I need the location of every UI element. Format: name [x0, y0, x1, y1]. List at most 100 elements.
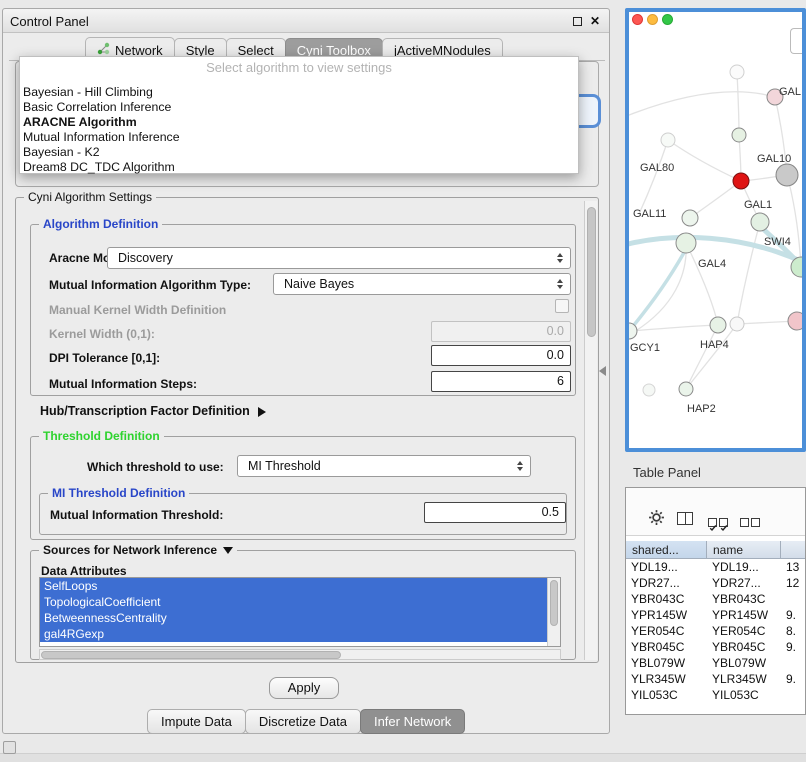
node-mid-white[interactable] [730, 317, 744, 331]
node-gal1[interactable] [751, 213, 769, 231]
clear-all-columns-icon[interactable] [740, 514, 760, 532]
network-tool-flyout[interactable] [790, 28, 802, 54]
table-row[interactable]: YDR27... YDR27... 12 [626, 575, 806, 591]
node-gal80[interactable] [661, 133, 675, 147]
threshold-definition-group: Threshold Definition Which threshold to … [30, 436, 576, 540]
table-panel-title: Table Panel [633, 465, 701, 480]
manual-kernel-width-checkbox[interactable] [555, 299, 569, 313]
checked-box-icon [708, 518, 717, 527]
which-threshold-value: MI Threshold [248, 459, 321, 473]
tab-discretize-data[interactable]: Discretize Data [245, 709, 361, 734]
expand-down-icon [223, 547, 233, 554]
tab-impute-data[interactable]: Impute Data [147, 709, 246, 734]
window-zoom-traffic-light[interactable] [662, 14, 673, 25]
table-toolbar [626, 488, 805, 536]
table-header-name[interactable]: name [707, 541, 781, 559]
settings-scrollbar[interactable] [584, 201, 597, 660]
dropdown-item-basic-correlation[interactable]: Basic Correlation Inference [20, 100, 578, 115]
node-red[interactable] [733, 173, 749, 189]
table-header-shared-name[interactable]: shared... [626, 541, 707, 559]
window-close-traffic-light[interactable] [632, 14, 643, 25]
bottom-tabbar: Impute Data Discretize Data Infer Networ… [147, 709, 464, 734]
node-faint-bottom[interactable] [643, 384, 655, 396]
dropdown-item-dream8[interactable]: Dream8 DC_TDC Algorithm [20, 160, 578, 175]
node-hap2[interactable] [679, 382, 693, 396]
cell-shared-name: YER054C [626, 623, 707, 639]
expand-right-icon [258, 407, 266, 417]
cell-value: 8. [781, 623, 806, 639]
window-minimize-traffic-light[interactable] [647, 14, 658, 25]
control-panel-titlebar: Control Panel ✕ [3, 9, 609, 33]
attribute-list-vscrollbar-thumb[interactable] [550, 580, 558, 626]
apply-button[interactable]: Apply [269, 677, 339, 699]
table-settings-gear-icon[interactable] [648, 509, 665, 531]
cell-value: 13 [781, 559, 806, 575]
node-faint-top[interactable] [730, 65, 744, 79]
attribute-list-vscrollbar[interactable] [547, 578, 560, 646]
control-panel-title: Control Panel [10, 14, 89, 29]
cell-shared-name: YLR345W [626, 671, 707, 687]
attribute-list-hscrollbar[interactable] [39, 649, 561, 660]
cell-name: YPR145W [707, 607, 781, 623]
dpi-tolerance-input[interactable]: 0.0 [431, 345, 571, 366]
sources-group-title[interactable]: Sources for Network Inference [39, 543, 237, 557]
mi-algorithm-type-label: Mutual Information Algorithm Type: [49, 278, 251, 292]
cell-name: YBR045C [707, 639, 781, 655]
table-row[interactable]: YLR345W YLR345W 9. [626, 671, 806, 687]
kernel-width-label: Kernel Width (0,1): [49, 327, 155, 341]
cell-value: 9. [781, 671, 806, 687]
table-header-col2[interactable] [781, 541, 806, 559]
attribute-item-selfloops[interactable]: SelfLoops [40, 578, 548, 594]
table-row[interactable]: YDL19... YDL19... 13 [626, 559, 806, 575]
table-row[interactable]: YBR045C YBR045C 9. [626, 639, 806, 655]
float-window-icon[interactable] [573, 17, 582, 26]
table-row[interactable]: YIL053C YIL053C [626, 687, 806, 703]
mi-threshold-definition-title: MI Threshold Definition [48, 486, 189, 500]
attribute-item-gal4rgexp[interactable]: gal4RGexp [40, 626, 548, 642]
node-pink-right[interactable] [788, 312, 802, 330]
mi-algorithm-type-combo[interactable]: Naive Bayes [273, 273, 571, 295]
select-all-columns-icon[interactable] [708, 514, 728, 532]
close-window-icon[interactable]: ✕ [590, 14, 600, 28]
dropdown-item-bayesian-k2[interactable]: Bayesian - K2 [20, 145, 578, 160]
algorithm-definition-group: Algorithm Definition Aracne Mode: Discov… [30, 224, 576, 396]
label-hap4: HAP4 [700, 339, 729, 351]
settings-scrollbar-thumb[interactable] [587, 207, 596, 337]
dropdown-item-mutual-information[interactable]: Mutual Information Inference [20, 130, 578, 145]
cell-value: 12 [781, 575, 806, 591]
algorithm-definition-title: Algorithm Definition [39, 217, 162, 231]
network-view-window: GAL GAL80 GAL10 GAL11 GAL1 SWI4 GAL4 GCY… [625, 8, 806, 452]
control-panel-window: Control Panel ✕ Network [2, 8, 610, 734]
docked-panel-button[interactable] [3, 741, 16, 754]
node-gal11[interactable] [682, 210, 698, 226]
table-row[interactable]: YBL079W YBL079W [626, 655, 806, 671]
tab-infer-network[interactable]: Infer Network [360, 709, 465, 734]
node-gray-hub[interactable] [776, 164, 798, 186]
show-columns-icon[interactable] [677, 512, 693, 525]
dropdown-item-aracne[interactable]: ARACNE Algorithm [20, 115, 578, 130]
mi-threshold-input[interactable]: 0.5 [424, 502, 566, 523]
mi-steps-input[interactable]: 6 [431, 371, 571, 392]
table-row[interactable]: YPR145W YPR145W 9. [626, 607, 806, 623]
dropdown-item-bayesian-hill-climbing[interactable]: Bayesian - Hill Climbing [20, 85, 578, 100]
table-row[interactable]: YER054C YER054C 8. [626, 623, 806, 639]
attribute-list-hscrollbar-thumb[interactable] [41, 651, 341, 659]
kernel-width-input[interactable]: 0.0 [431, 321, 571, 342]
node-gal10[interactable] [732, 128, 746, 142]
panel-collapse-arrow[interactable] [599, 366, 606, 376]
hub-transcription-expander[interactable]: Hub/Transcription Factor Definition [40, 404, 266, 418]
which-threshold-combo[interactable]: MI Threshold [237, 455, 531, 477]
node-gal4[interactable] [676, 233, 696, 253]
tab-infer-network-label: Infer Network [374, 714, 451, 729]
attribute-item-topologicalcoefficient[interactable]: TopologicalCoefficient [40, 594, 548, 610]
cell-shared-name: YPR145W [626, 607, 707, 623]
node-hap4[interactable] [710, 317, 726, 333]
data-attributes-label: Data Attributes [41, 564, 127, 578]
aracne-mode-combo[interactable]: Discovery [107, 247, 571, 269]
attribute-item-betweennesscentrality[interactable]: BetweennessCentrality [40, 610, 548, 626]
table-row[interactable]: YBR043C YBR043C [626, 591, 806, 607]
checked-box-icon [719, 518, 728, 527]
unchecked-box-icon [740, 518, 749, 527]
cell-shared-name: YIL053C [626, 687, 707, 703]
label-gal80: GAL80 [640, 162, 674, 174]
